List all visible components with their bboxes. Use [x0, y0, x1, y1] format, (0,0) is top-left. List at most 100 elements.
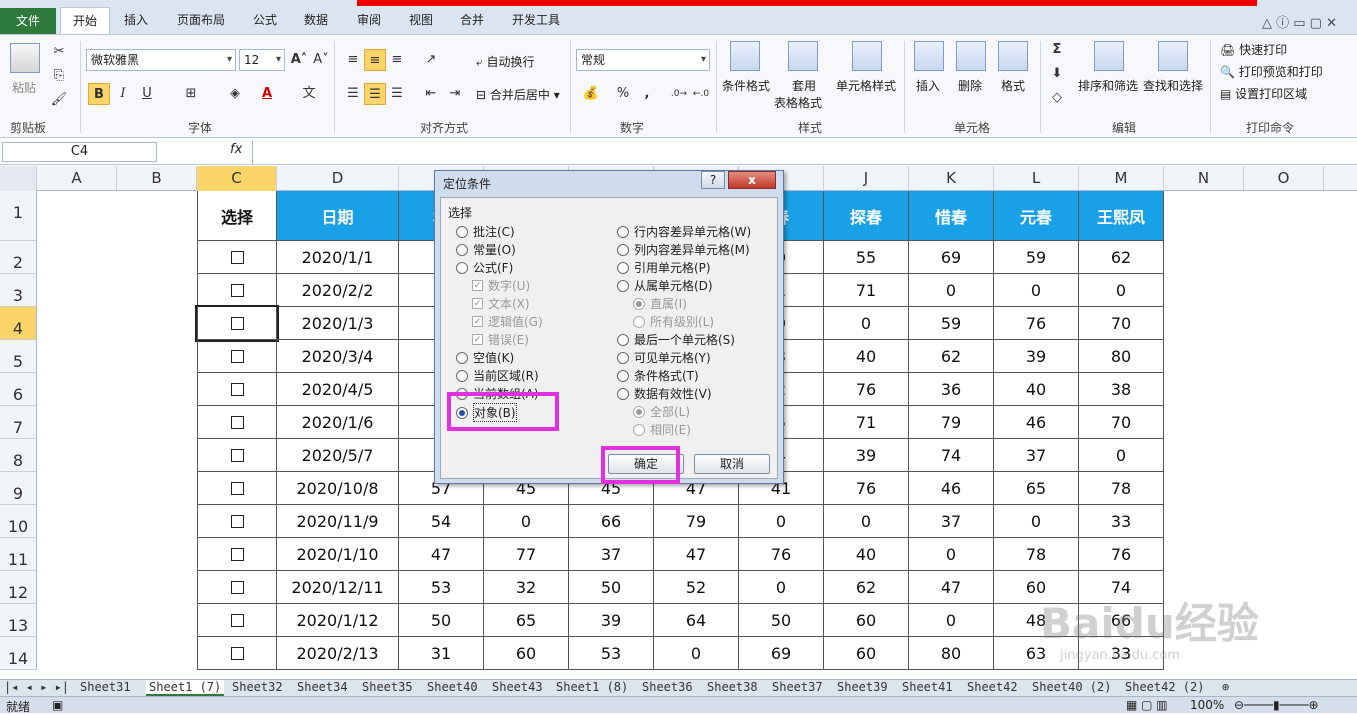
row-header-2[interactable]: 2	[0, 241, 37, 274]
column-header-N[interactable]: N	[1164, 166, 1244, 191]
dialog-option[interactable]: ✓ 错误(E)	[472, 331, 529, 348]
phonetic-icon[interactable]: 文	[298, 83, 320, 105]
format-painter-icon[interactable]: 🖌	[48, 89, 70, 111]
checkbox-cell[interactable]	[197, 571, 277, 604]
sheet-tab[interactable]: Sheet42	[967, 680, 1018, 694]
radio-button[interactable]	[617, 243, 629, 256]
checkbox-cell[interactable]	[195, 305, 279, 342]
increase-decimal-icon[interactable]: .0→	[668, 83, 690, 105]
checkbox-cell[interactable]	[197, 637, 277, 670]
radio-button[interactable]	[456, 225, 468, 238]
tab-home[interactable]: 开始	[60, 7, 110, 35]
checkbox[interactable]	[230, 316, 244, 330]
column-header-C[interactable]: C	[197, 166, 277, 191]
checkbox-cell[interactable]	[197, 538, 277, 571]
underline-button[interactable]: U	[136, 83, 158, 105]
align-bottom-icon[interactable]: ≡	[386, 49, 408, 71]
radio-button[interactable]	[633, 405, 645, 418]
insert-cells-icon[interactable]	[914, 41, 944, 71]
fill-icon[interactable]: ⬇	[1046, 63, 1068, 85]
indent-decrease-icon[interactable]: ⇤	[420, 83, 442, 105]
insert-cells-button[interactable]: 插入	[916, 77, 940, 94]
radio-button[interactable]	[456, 369, 468, 382]
column-header-J[interactable]: J	[824, 166, 909, 191]
merge-center-button[interactable]: ⊟ 合并后居中 ▾	[476, 86, 560, 103]
sheet-tab[interactable]: Sheet34	[297, 680, 348, 694]
help-button[interactable]: ?	[701, 171, 725, 189]
grow-font-icon[interactable]: A˄	[288, 49, 310, 71]
sheet-tab[interactable]: Sheet36	[642, 680, 693, 694]
dialog-option[interactable]: 当前区域(R)	[456, 367, 539, 384]
dialog-option[interactable]: 常量(O)	[456, 241, 516, 258]
tab-developer[interactable]: 开发工具	[512, 9, 560, 33]
format-cells-button[interactable]: 格式	[1001, 77, 1025, 94]
checkbox-cell[interactable]	[197, 241, 277, 274]
dialog-option[interactable]: 所有级别(L)	[633, 313, 714, 330]
dialog-option[interactable]: 数据有效性(V)	[617, 385, 712, 402]
row-header-3[interactable]: 3	[0, 274, 37, 307]
font-size-select[interactable]: 12	[239, 49, 285, 71]
tab-view[interactable]: 视图	[409, 9, 433, 33]
copy-icon[interactable]: ⎘	[48, 65, 70, 87]
dialog-option[interactable]: 公式(F)	[456, 259, 513, 276]
tab-formulas[interactable]: 公式	[253, 9, 277, 33]
row-header-10[interactable]: 10	[0, 505, 37, 538]
wrap-text-button[interactable]: ⤶ 自动换行	[476, 53, 535, 70]
dialog-option[interactable]: 最后一个单元格(S)	[617, 331, 735, 348]
format-cells-icon[interactable]	[998, 41, 1028, 71]
checkbox[interactable]	[230, 580, 244, 594]
clear-icon[interactable]: ◇	[1046, 87, 1068, 109]
row-header-1[interactable]: 1	[0, 191, 37, 241]
row-header-9[interactable]: 9	[0, 472, 37, 505]
row-header-8[interactable]: 8	[0, 439, 37, 472]
insert-function-icon[interactable]: fx	[230, 142, 242, 157]
sheet-tab[interactable]: Sheet38	[707, 680, 758, 694]
dialog-option[interactable]: ✓ 逻辑值(G)	[472, 313, 543, 330]
font-name-select[interactable]: 微软雅黑	[86, 49, 236, 71]
checkbox[interactable]	[230, 250, 244, 264]
dialog-option[interactable]: 相同(E)	[633, 421, 691, 438]
checkbox[interactable]	[230, 349, 244, 363]
radio-button[interactable]	[617, 351, 629, 364]
checkbox[interactable]	[230, 415, 244, 429]
radio-button[interactable]	[617, 225, 629, 238]
sort-filter-button[interactable]: 排序和筛选	[1078, 77, 1138, 94]
delete-cells-icon[interactable]	[956, 41, 986, 71]
zoom-level[interactable]: 100%	[1190, 698, 1224, 712]
radio-button[interactable]	[617, 333, 629, 346]
checkbox-cell[interactable]	[197, 604, 277, 637]
cell-styles-icon[interactable]	[852, 41, 882, 71]
tab-file[interactable]: 文件	[0, 8, 56, 34]
zoom-slider[interactable]: ⊖────▮────⊕	[1234, 698, 1319, 712]
tab-insert[interactable]: 插入	[124, 9, 148, 33]
checkbox-cell[interactable]	[197, 439, 277, 472]
table-format-icon[interactable]	[788, 41, 818, 71]
checkbox[interactable]	[230, 547, 244, 561]
sheet-tab[interactable]: Sheet39	[837, 680, 888, 694]
sheet-tab[interactable]: Sheet41	[902, 680, 953, 694]
dialog-option[interactable]: 可见单元格(Y)	[617, 349, 711, 366]
cut-icon[interactable]: ✂	[48, 41, 70, 63]
align-top-icon[interactable]: ≡	[342, 49, 364, 71]
row-header-11[interactable]: 11	[0, 538, 37, 571]
checkbox-cell[interactable]	[197, 274, 277, 307]
dialog-option[interactable]: ✓ 文本(X)	[472, 295, 530, 312]
tab-page-layout[interactable]: 页面布局	[177, 9, 225, 33]
checkbox[interactable]	[230, 613, 244, 627]
italic-button[interactable]: I	[112, 83, 134, 105]
checkbox-cell[interactable]	[197, 472, 277, 505]
checkbox-cell[interactable]	[197, 505, 277, 538]
align-right-icon[interactable]: ☰	[386, 83, 408, 105]
checkbox-cell[interactable]	[197, 373, 277, 406]
dialog-option[interactable]: 批注(C)	[456, 223, 515, 240]
conditional-format-button[interactable]: 条件格式	[722, 77, 770, 94]
print-preview-button[interactable]: 🔍 打印预览和打印	[1220, 63, 1323, 80]
dialog-option[interactable]: 直属(I)	[633, 295, 687, 312]
sheet-tab[interactable]: Sheet43	[492, 680, 543, 694]
dialog-option[interactable]: 空值(K)	[456, 349, 514, 366]
name-box[interactable]: C4	[2, 142, 157, 162]
align-center-icon[interactable]: ☰	[364, 83, 386, 105]
macro-record-icon[interactable]: ▣	[52, 698, 63, 712]
find-select-button[interactable]: 查找和选择	[1143, 77, 1203, 94]
radio-button[interactable]	[456, 243, 468, 256]
